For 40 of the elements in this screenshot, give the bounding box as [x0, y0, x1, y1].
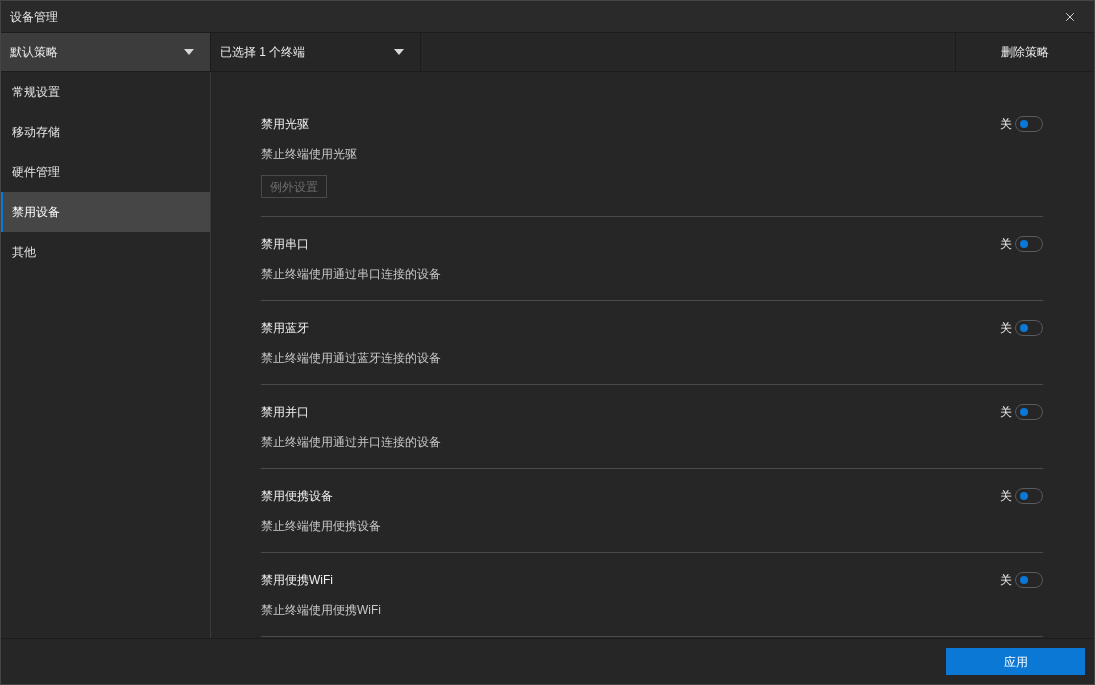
caret-icon: [184, 49, 194, 55]
setting-title: 禁用光驱: [261, 116, 309, 133]
policy-dropdown[interactable]: 默认策略: [1, 33, 211, 71]
setting-title: 禁用便携WiFi: [261, 572, 333, 589]
sidebar-item[interactable]: 硬件管理: [1, 152, 210, 192]
window-title: 设备管理: [10, 8, 58, 26]
setting-title: 禁用便携设备: [261, 488, 333, 505]
caret-icon: [394, 49, 404, 55]
toggle-knob-icon: [1020, 492, 1028, 500]
setting-title: 禁用蓝牙: [261, 320, 309, 337]
setting-title: 禁用并口: [261, 404, 309, 421]
setting-description: 禁止终端使用通过蓝牙连接的设备: [261, 350, 442, 366]
sidebar-item[interactable]: 其他: [1, 232, 210, 272]
switch-label: 关: [1000, 488, 1012, 505]
switch-label: 关: [1000, 572, 1012, 589]
toggle-knob-icon: [1020, 324, 1028, 332]
toggle-knob-icon: [1020, 576, 1028, 584]
setting-description: 禁止终端使用通过串口连接的设备: [261, 266, 442, 282]
setting-description: 禁止终端使用便携WiFi: [261, 602, 382, 618]
toggle-switch[interactable]: [1015, 572, 1043, 588]
sidebar-item[interactable]: 移动存储: [1, 112, 210, 152]
setting-description: 禁止终端使用通过并口连接的设备: [261, 434, 442, 450]
switch-label: 关: [1000, 404, 1012, 421]
toggle-switch[interactable]: [1015, 116, 1043, 132]
sidebar-item[interactable]: 禁用设备: [1, 192, 210, 232]
switch-label: 关: [1000, 116, 1012, 133]
apply-button[interactable]: 应用: [946, 648, 1085, 675]
toggle-knob-icon: [1020, 240, 1028, 248]
toggle-switch[interactable]: [1015, 404, 1043, 420]
setting-description: 禁止终端使用光驱: [261, 146, 358, 162]
setting-title: 禁用串口: [261, 236, 309, 253]
switch-label: 关: [1000, 320, 1012, 337]
setting-description: 禁止终端使用便携设备: [261, 518, 382, 534]
toggle-knob-icon: [1020, 408, 1028, 416]
sidebar-item[interactable]: 常规设置: [1, 72, 210, 112]
toggle-knob-icon: [1020, 120, 1028, 128]
toggle-switch[interactable]: [1015, 488, 1043, 504]
toggle-switch[interactable]: [1015, 236, 1043, 252]
toggle-switch[interactable]: [1015, 320, 1043, 336]
switch-label: 关: [1000, 236, 1012, 253]
